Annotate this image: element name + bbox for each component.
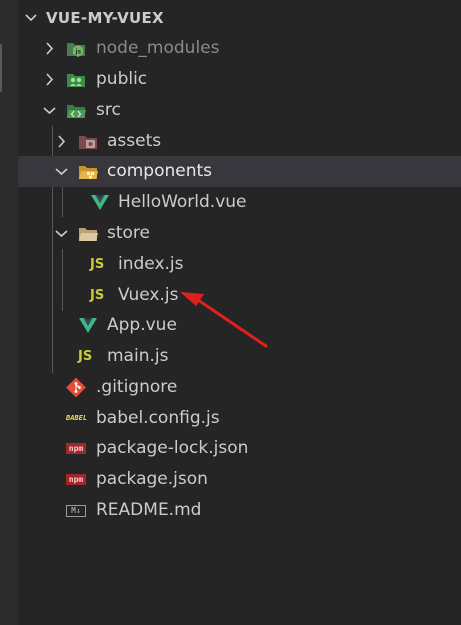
annotation-arrow-icon bbox=[180, 292, 268, 348]
